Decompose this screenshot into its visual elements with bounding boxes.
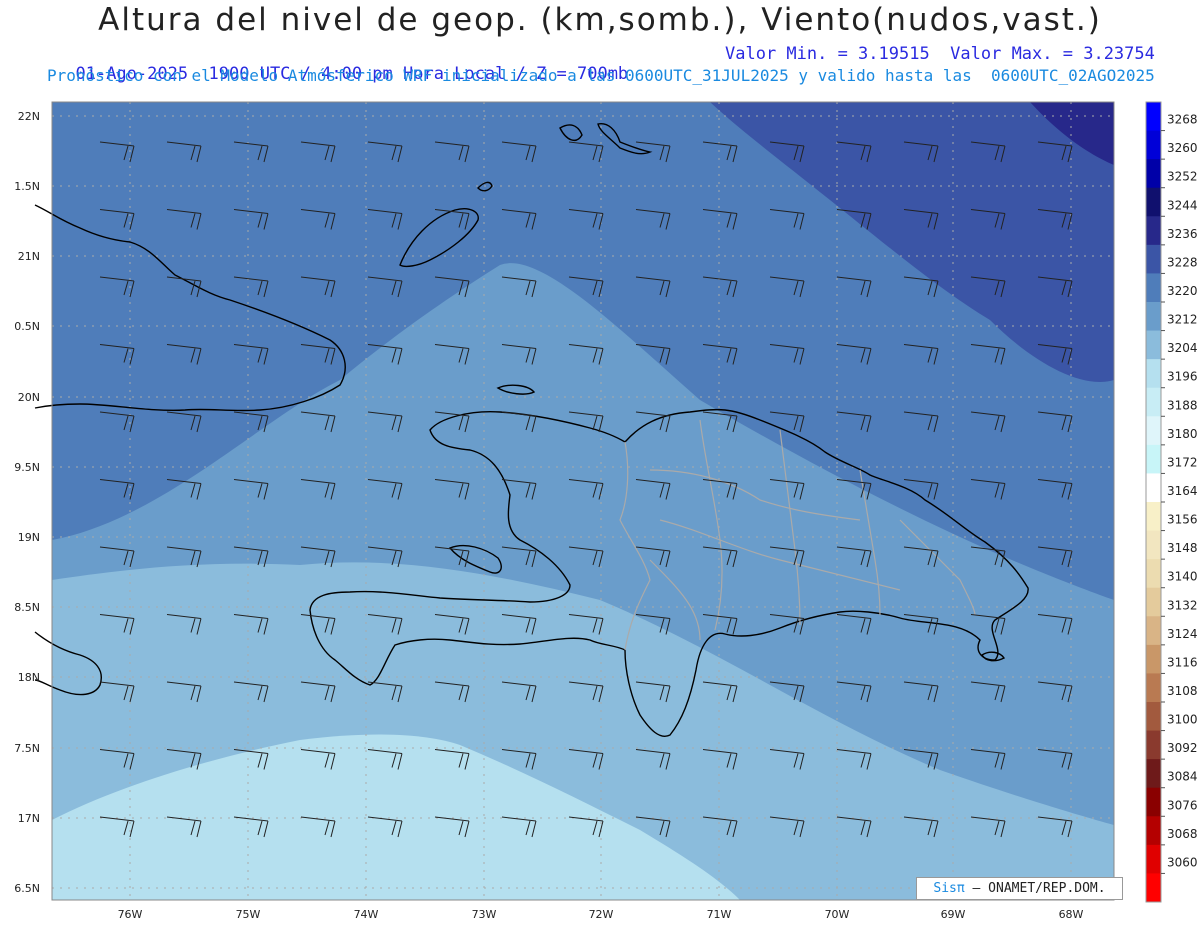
colorbar-swatch — [1146, 187, 1161, 217]
colorbar-swatch — [1146, 702, 1161, 732]
colorbar-label: 3212 — [1167, 313, 1198, 327]
colorbar-label: 3268 — [1167, 113, 1198, 127]
colorbar: 3268 3260 3252 3244 3236 3228 3220 3212 3204 3196… — [1145, 101, 1198, 903]
colorbar-swatch — [1146, 730, 1161, 760]
colorbar-label: 3092 — [1167, 741, 1198, 755]
colorbar-swatch — [1146, 130, 1161, 160]
colorbar-label: 3124 — [1167, 627, 1198, 641]
colorbar-label: 3172 — [1167, 455, 1198, 469]
colorbar-swatch — [1146, 644, 1161, 674]
colorbar-swatch — [1146, 502, 1161, 532]
colorbar-swatch — [1146, 330, 1161, 360]
lat-tick-label: 6.5N — [14, 882, 40, 895]
colorbar-swatch — [1146, 787, 1161, 817]
colorbar-label: 3228 — [1167, 255, 1198, 269]
lat-tick-label: 21N — [18, 250, 40, 263]
colorbar-swatch — [1146, 816, 1161, 846]
colorbar-label: 3060 — [1167, 855, 1198, 869]
colorbar-label: 3164 — [1167, 484, 1198, 498]
colorbar-swatch — [1146, 587, 1161, 617]
colorbar-swatch — [1146, 616, 1161, 646]
lat-axis: 22N 1.5N 21N 0.5N 20N 9.5N 19N 8.5N 18N … — [14, 110, 40, 895]
colorbar-label: 3140 — [1167, 570, 1198, 584]
colorbar-label: 3244 — [1167, 198, 1198, 212]
colorbar-swatch — [1146, 759, 1161, 789]
lat-tick-label: 18N — [18, 671, 40, 684]
colorbar-swatch — [1146, 873, 1161, 903]
credit-badge: Sisπ – ONAMET/REP.DOM. — [916, 877, 1123, 900]
lat-tick-label: 22N — [18, 110, 40, 123]
lat-tick-label: 0.5N — [14, 320, 40, 333]
colorbar-label: 3156 — [1167, 513, 1198, 527]
lon-tick-label: 74W — [354, 908, 379, 921]
colorbar-label: 3076 — [1167, 798, 1198, 812]
colorbar-label: 3188 — [1167, 398, 1198, 412]
colorbar-label: 3084 — [1167, 770, 1198, 784]
lat-tick-label: 19N — [18, 531, 40, 544]
colorbar-swatch — [1146, 273, 1161, 303]
colorbar-swatch — [1146, 473, 1161, 503]
colorbar-label: 3100 — [1167, 713, 1198, 727]
colorbar-swatch — [1146, 673, 1161, 703]
colorbar-label: 3252 — [1167, 170, 1198, 184]
lat-tick-label: 9.5N — [14, 461, 40, 474]
lon-tick-label: 76W — [118, 908, 143, 921]
lat-tick-label: 1.5N — [14, 180, 40, 193]
colorbar-label: 3220 — [1167, 284, 1198, 298]
lon-tick-label: 70W — [825, 908, 850, 921]
colorbar-swatch — [1146, 159, 1161, 189]
lon-axis: 76W 75W 74W 73W 72W 71W 70W 69W 68W — [118, 908, 1084, 921]
lat-tick-label: 17N — [18, 812, 40, 825]
lat-tick-label: 8.5N — [14, 601, 40, 614]
colorbar-label: 3180 — [1167, 427, 1198, 441]
lon-tick-label: 72W — [589, 908, 614, 921]
lon-tick-label: 69W — [941, 908, 966, 921]
colorbar-swatch — [1146, 302, 1161, 332]
colorbar-label: 3116 — [1167, 655, 1198, 669]
brand-label: Sisπ — [933, 881, 965, 896]
colorbar-swatch — [1146, 844, 1161, 874]
lon-tick-label: 71W — [707, 908, 732, 921]
colorbar-label: 3196 — [1167, 370, 1198, 384]
forecast-map: 22N 1.5N 21N 0.5N 20N 9.5N 19N 8.5N 18N … — [14, 101, 1198, 921]
colorbar-label: 3108 — [1167, 684, 1198, 698]
colorbar-swatch — [1146, 244, 1161, 274]
lon-tick-label: 68W — [1059, 908, 1084, 921]
colorbar-swatch — [1146, 530, 1161, 560]
colorbar-swatch — [1146, 387, 1161, 417]
colorbar-label: 3068 — [1167, 827, 1198, 841]
colorbar-swatch — [1146, 444, 1161, 474]
colorbar-label: 3148 — [1167, 541, 1198, 555]
colorbar-label: 3132 — [1167, 598, 1198, 612]
lon-tick-label: 73W — [472, 908, 497, 921]
lon-tick-label: 75W — [236, 908, 261, 921]
lat-tick-label: 20N — [18, 391, 40, 404]
colorbar-label: 3260 — [1167, 141, 1198, 155]
colorbar-label: 3204 — [1167, 341, 1198, 355]
colorbar-swatch — [1146, 416, 1161, 446]
field-layers — [52, 102, 1114, 900]
org-label: – ONAMET/REP.DOM. — [964, 881, 1106, 896]
colorbar-swatch — [1146, 216, 1161, 246]
lat-tick-label: 7.5N — [14, 742, 40, 755]
colorbar-label: 3236 — [1167, 227, 1198, 241]
colorbar-swatch — [1146, 102, 1161, 132]
colorbar-swatch — [1146, 359, 1161, 389]
colorbar-swatch — [1146, 559, 1161, 589]
